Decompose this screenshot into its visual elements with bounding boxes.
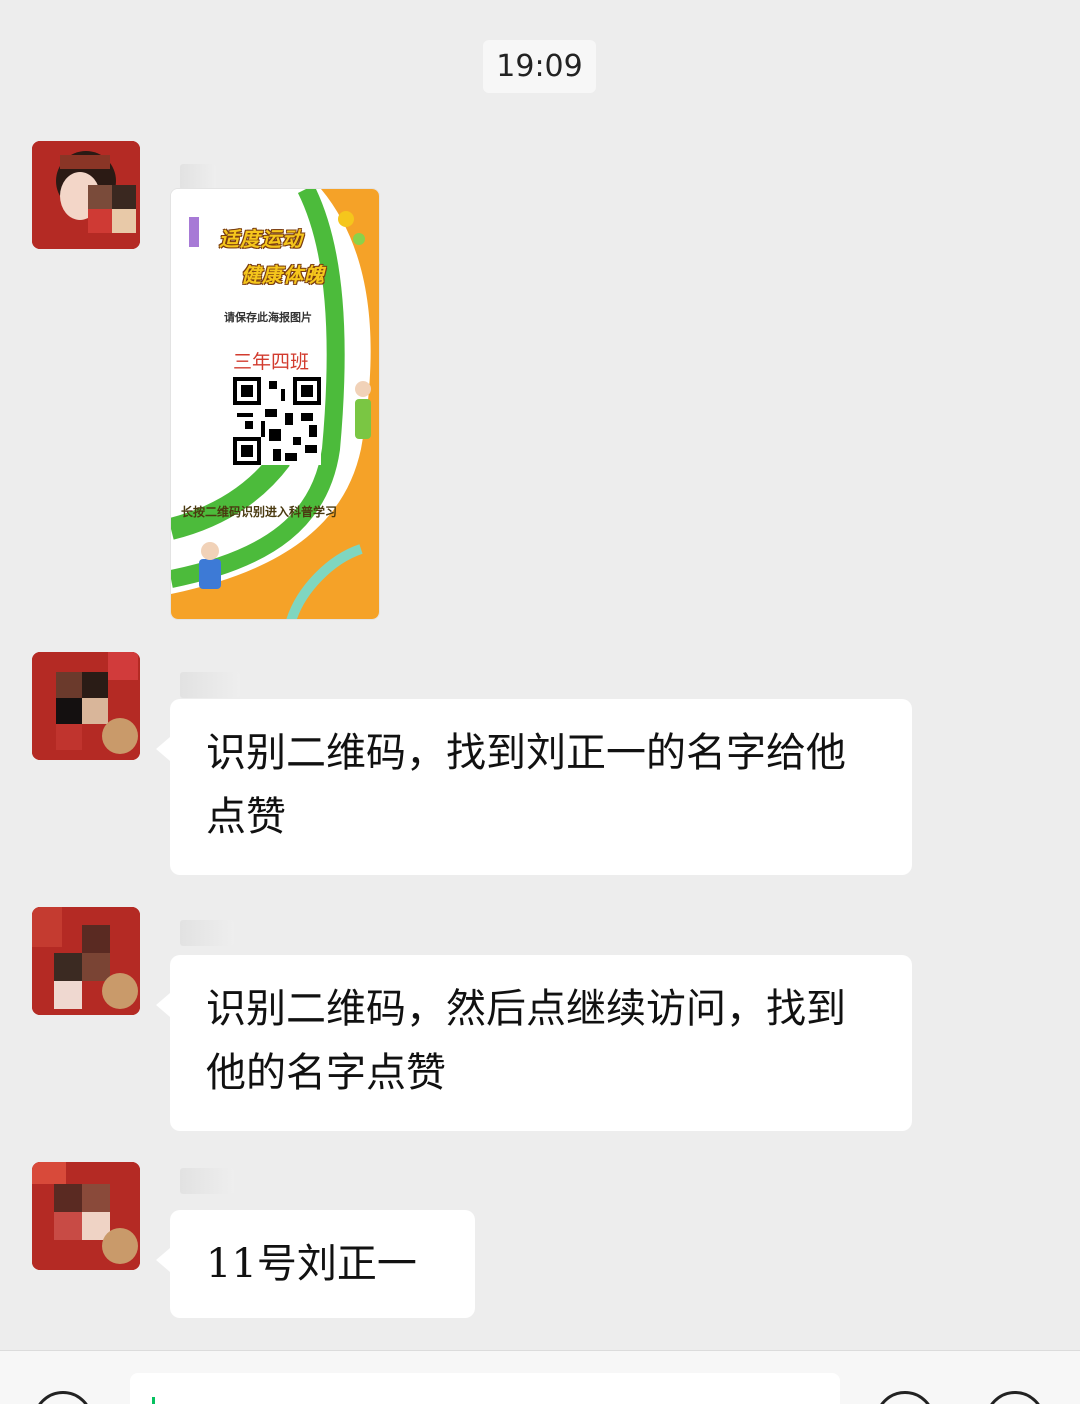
poster-title-line1: 适度运动 [219, 227, 303, 251]
text-cursor [152, 1397, 155, 1404]
sender-name [180, 672, 240, 698]
sender-name [180, 920, 234, 946]
message-bubble[interactable]: 识别二维码，然后点继续访问，找到他的名字点赞 [156, 955, 912, 1131]
poster-title-line2: 健康体魄 [241, 263, 325, 287]
qr-code-icon [233, 377, 321, 465]
voice-icon[interactable] [33, 1391, 93, 1404]
sender-name [180, 164, 216, 190]
avatar[interactable] [32, 652, 140, 760]
chat-input-bar [0, 1350, 1080, 1404]
emoji-icon[interactable] [875, 1391, 935, 1404]
sender-name [180, 1168, 234, 1194]
poster-image-message[interactable]: 适度运动 健康体魄 请保存此海报图片 三年四班 长按二维码识别进入科普学习 [170, 188, 380, 620]
poster-scan-hint: 长按二维码识别进入科普学习 [181, 505, 338, 519]
avatar[interactable] [32, 1162, 140, 1270]
message-bubble[interactable]: 11号刘正一 [156, 1210, 475, 1318]
plus-icon[interactable] [985, 1391, 1045, 1404]
avatar[interactable] [32, 907, 140, 1015]
avatar[interactable] [32, 141, 140, 249]
poster-class-name: 三年四班 [233, 351, 310, 373]
poster-save-hint: 请保存此海报图片 [224, 311, 312, 324]
message-bubble[interactable]: 识别二维码，找到刘正一的名字给他点赞 [156, 699, 912, 875]
chat-screen: 19:09 适度运动 健康体魄 请保存此海报图片 三年四班 长按二维码识别进入科… [0, 0, 1080, 1404]
message-input[interactable] [130, 1373, 840, 1404]
message-timestamp: 19:09 [483, 40, 596, 93]
